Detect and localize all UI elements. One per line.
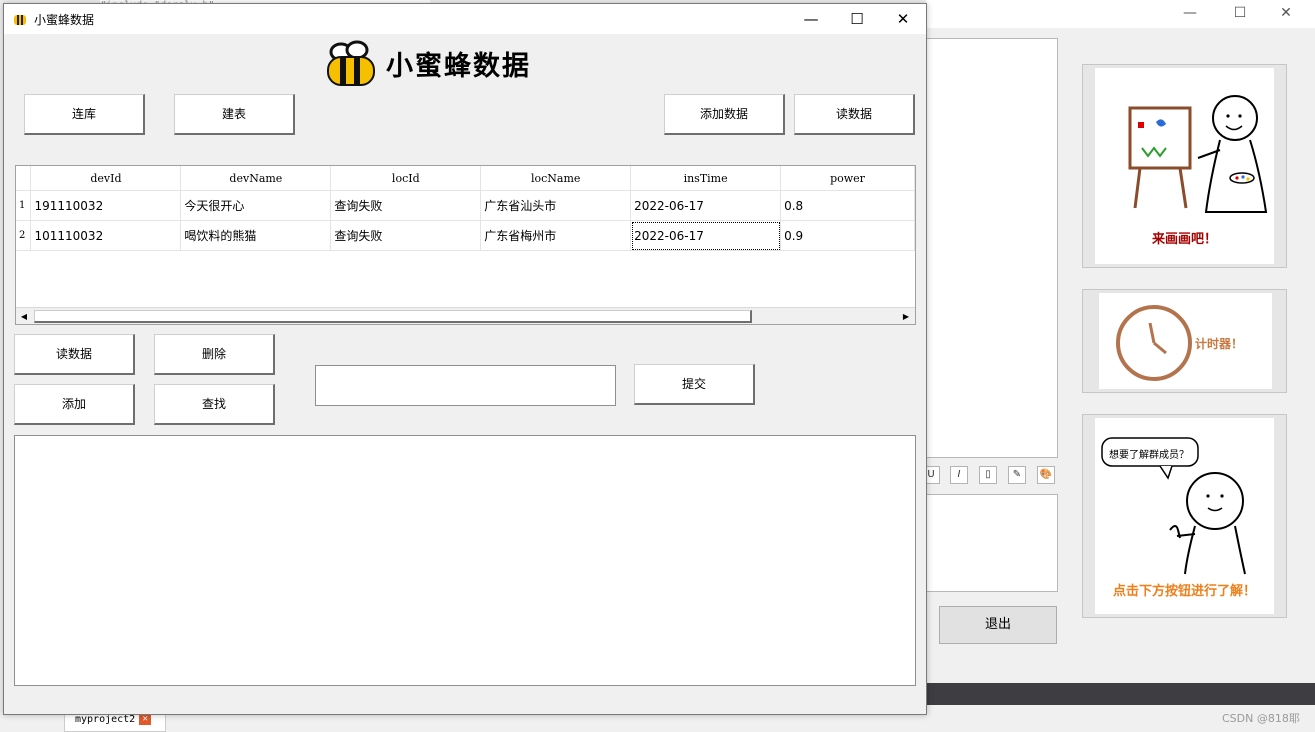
scroll-left-icon[interactable]: ◀ <box>16 308 32 324</box>
horizontal-scrollbar[interactable]: ◀ ▶ <box>16 307 915 324</box>
maximize-icon[interactable]: ☐ <box>1226 4 1254 22</box>
app-window: 小蜜蜂数据 — ☐ ✕ 小蜜蜂数据 连库 建表 添加数据 读数据 devId d… <box>3 3 927 715</box>
table-row[interactable]: 1 191110032 今天很开心 查询失败 广东省汕头市 2022-06-17… <box>16 190 915 221</box>
bee-app-icon <box>14 15 26 25</box>
submit-button[interactable]: 提交 <box>634 364 755 405</box>
delete-button[interactable]: 删除 <box>154 334 275 375</box>
font-color-icon[interactable]: ✎ <box>1008 466 1026 484</box>
easel-stickman-icon <box>1128 95 1268 213</box>
row-header[interactable]: 2 <box>16 220 32 251</box>
column-header[interactable]: insTime <box>630 166 782 191</box>
table-cell[interactable]: 2022-06-17 <box>630 190 782 221</box>
column-header[interactable]: locName <box>480 166 632 191</box>
read-button[interactable]: 读数据 <box>14 334 135 375</box>
drawing-card[interactable]: 来画画吧！ <box>1082 64 1287 268</box>
column-header[interactable]: devName <box>180 166 332 191</box>
table-row[interactable]: 2 101110032 喝饮料的熊猫 查询失败 广东省梅州市 2022-06-1… <box>16 220 915 251</box>
close-icon[interactable]: ✕ <box>880 4 926 34</box>
italic-icon[interactable]: I <box>950 466 968 484</box>
table-cell[interactable]: 0.9 <box>780 220 915 251</box>
output-textarea[interactable] <box>14 435 916 686</box>
corner-header[interactable] <box>16 166 32 191</box>
maximize-icon[interactable]: ☐ <box>834 4 880 34</box>
table-header-row: devId devName locId locName insTime powe… <box>16 166 915 191</box>
create-table-button[interactable]: 建表 <box>174 94 295 135</box>
table-cell[interactable]: 广东省汕头市 <box>480 190 632 221</box>
palette-icon[interactable]: 🎨 <box>1037 466 1055 484</box>
scroll-right-icon[interactable]: ▶ <box>898 308 914 324</box>
row-header[interactable]: 1 <box>16 190 32 221</box>
table-cell[interactable]: 喝饮料的熊猫 <box>180 220 332 251</box>
table-cell[interactable]: 0.8 <box>780 190 915 221</box>
table-cell-selected[interactable]: 2022-06-17 <box>630 220 782 251</box>
watermark: CSDN @818耶 <box>1222 712 1300 725</box>
logo-text: 小蜜蜂数据 <box>386 51 531 82</box>
table-cell[interactable]: 191110032 <box>30 190 182 221</box>
close-icon[interactable]: ✕ <box>1272 4 1300 22</box>
save-icon[interactable]: ▯ <box>979 466 997 484</box>
table-cell[interactable]: 101110032 <box>30 220 182 251</box>
timer-card-caption: 计时器！ <box>1195 337 1244 351</box>
query-input[interactable] <box>315 365 616 406</box>
exit-button[interactable]: 退出 <box>939 606 1057 644</box>
chat-input-panel[interactable] <box>926 494 1058 592</box>
scrollbar-thumb[interactable] <box>34 310 752 323</box>
members-bubble-text: 想要了解群成员？ <box>1109 450 1189 461</box>
add-button[interactable]: 添加 <box>14 384 135 425</box>
minimize-icon[interactable]: — <box>788 4 834 34</box>
find-button[interactable]: 查找 <box>154 384 275 425</box>
minimize-icon[interactable]: — <box>1176 4 1204 22</box>
timer-card[interactable]: 计时器！ <box>1082 289 1287 393</box>
add-data-button[interactable]: 添加数据 <box>664 94 785 135</box>
table-cell[interactable]: 查询失败 <box>330 190 482 221</box>
table-cell[interactable]: 广东省梅州市 <box>480 220 632 251</box>
clock-icon <box>1116 305 1192 381</box>
members-card-caption: 点击下方按钮进行了解！ <box>1112 584 1256 599</box>
drawing-card-caption: 来画画吧！ <box>1151 232 1217 247</box>
data-table[interactable]: devId devName locId locName insTime powe… <box>15 165 916 325</box>
data-grid: devId devName locId locName insTime powe… <box>16 166 915 251</box>
read-data-button[interactable]: 读数据 <box>794 94 915 135</box>
column-header[interactable]: devId <box>30 166 182 191</box>
members-card[interactable]: 想要了解群成员？ 点击下方按钮进行了解！ <box>1082 414 1287 618</box>
column-header[interactable]: power <box>780 166 915 191</box>
titlebar: 小蜜蜂数据 — ☐ ✕ <box>4 4 926 34</box>
table-cell[interactable]: 查询失败 <box>330 220 482 251</box>
tab-label: myproject2 <box>75 714 136 725</box>
window-title: 小蜜蜂数据 <box>34 13 95 27</box>
connect-db-button[interactable]: 连库 <box>24 94 145 135</box>
chat-display-panel[interactable] <box>926 38 1058 458</box>
background-status-bar <box>926 683 1315 705</box>
background-titlebar: — ☐ ✕ <box>926 0 1315 28</box>
column-header[interactable]: locId <box>330 166 482 191</box>
bee-logo-icon <box>327 40 375 86</box>
table-cell[interactable]: 今天很开心 <box>180 190 332 221</box>
